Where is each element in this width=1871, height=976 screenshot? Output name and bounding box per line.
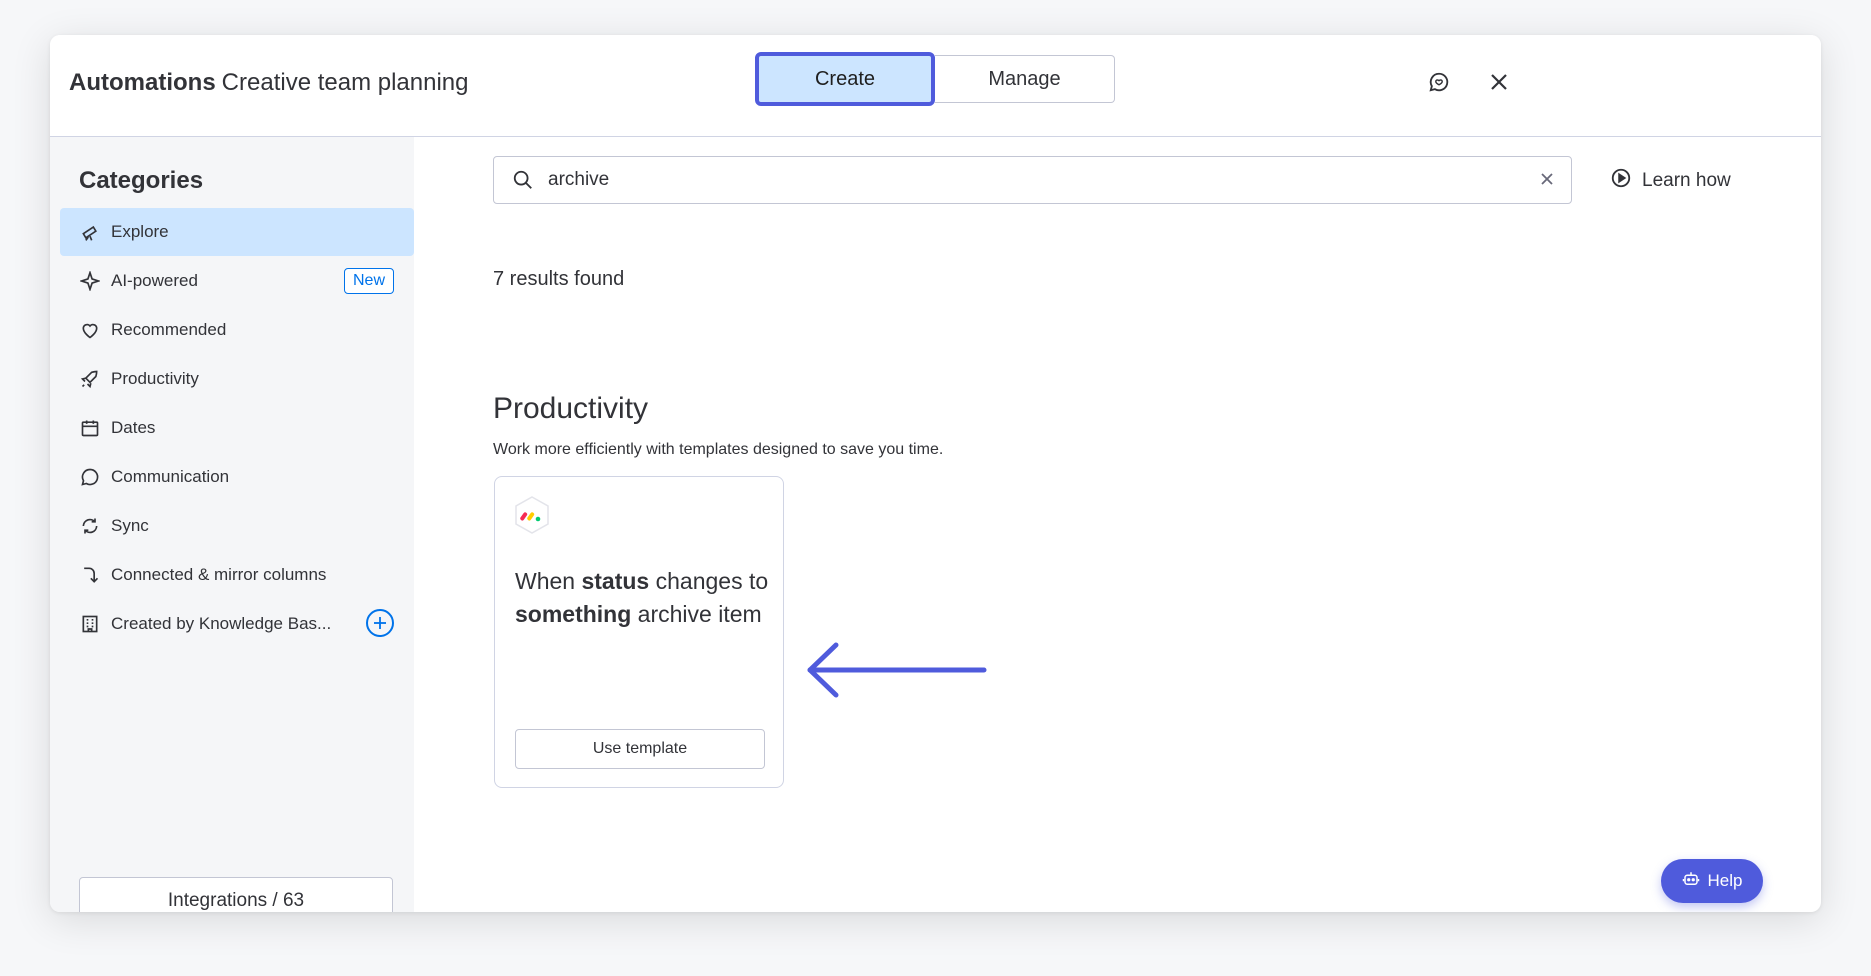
- category-label: Productivity: [111, 369, 199, 388]
- integrations-button[interactable]: Integrations / 63: [79, 877, 393, 912]
- category-label: Dates: [111, 418, 156, 437]
- categories-title: Categories: [79, 167, 204, 194]
- new-badge: New: [343, 268, 394, 294]
- section-description: Work more efficiently with templates des…: [493, 441, 944, 458]
- robot-icon: [1682, 870, 1700, 893]
- category-recommended[interactable]: Recommended: [60, 306, 414, 354]
- modal-title: Automations Creative team planning: [69, 69, 468, 97]
- category-label: Created by Knowledge Bas...: [111, 614, 332, 633]
- chat-bubble-icon: [79, 466, 101, 488]
- category-label: Recommended: [111, 320, 227, 339]
- clear-search-icon[interactable]: [1537, 169, 1557, 194]
- board-name: Creative team planning: [221, 69, 469, 96]
- monday-logo-icon: [513, 495, 551, 540]
- category-dates[interactable]: Dates: [60, 404, 414, 452]
- sync-icon: [79, 515, 101, 537]
- category-label: AI-powered: [111, 271, 198, 290]
- learn-how-link[interactable]: Learn how: [1610, 167, 1731, 195]
- category-communication[interactable]: Communication: [60, 453, 414, 501]
- modal-header: Automations Creative team planning Create…: [50, 35, 1821, 137]
- category-label: Connected & mirror columns: [111, 565, 327, 584]
- results-count: 7 results found: [493, 268, 625, 290]
- rocket-icon: [79, 368, 101, 390]
- sparkle-icon: [79, 270, 101, 292]
- search-input[interactable]: archive: [548, 169, 609, 191]
- connect-arrow-icon: [79, 564, 101, 586]
- category-connected-mirror-columns[interactable]: Connected & mirror columns: [60, 551, 414, 599]
- category-list: Explore AI-powered New Recommended Produ…: [60, 208, 414, 649]
- help-button[interactable]: Help: [1661, 859, 1763, 903]
- category-label: Explore: [111, 222, 169, 241]
- category-explore[interactable]: Explore: [60, 208, 414, 256]
- create-tab[interactable]: Create: [755, 52, 935, 106]
- left-arrow-icon: [800, 635, 990, 710]
- template-description: When status changes to something archive…: [515, 568, 769, 627]
- search-field[interactable]: archive: [493, 156, 1572, 204]
- category-created-by-knowledge-base[interactable]: Created by Knowledge Bas...: [60, 600, 414, 648]
- title-bold: Automations: [69, 69, 216, 96]
- manage-tab[interactable]: Manage: [935, 55, 1115, 103]
- category-label: Communication: [111, 467, 230, 486]
- help-label: Help: [1707, 871, 1743, 890]
- calendar-icon: [79, 417, 101, 439]
- close-icon[interactable]: [1484, 67, 1514, 97]
- category-productivity[interactable]: Productivity: [60, 355, 414, 403]
- template-card[interactable]: When status changes to something archive…: [494, 476, 784, 788]
- mode-toggle: Create Manage: [755, 52, 1115, 106]
- building-icon: [79, 613, 101, 635]
- category-ai-powered[interactable]: AI-powered New: [60, 257, 414, 305]
- learn-how-label: Learn how: [1642, 170, 1731, 191]
- heart-icon: [79, 319, 101, 341]
- section-title: Productivity: [493, 392, 649, 425]
- search-icon: [512, 169, 534, 196]
- automations-modal: Automations Creative team planning Create…: [50, 35, 1821, 912]
- play-circle-icon: [1610, 167, 1632, 195]
- category-label: Sync: [111, 516, 149, 535]
- use-template-button[interactable]: Use template: [515, 729, 765, 769]
- feedback-icon[interactable]: [1424, 67, 1454, 97]
- categories-sidebar: Categories Explore AI-powered New Recomm…: [50, 137, 414, 912]
- category-sync[interactable]: Sync: [60, 502, 414, 550]
- add-category-button[interactable]: [366, 609, 394, 637]
- telescope-icon: [79, 221, 101, 243]
